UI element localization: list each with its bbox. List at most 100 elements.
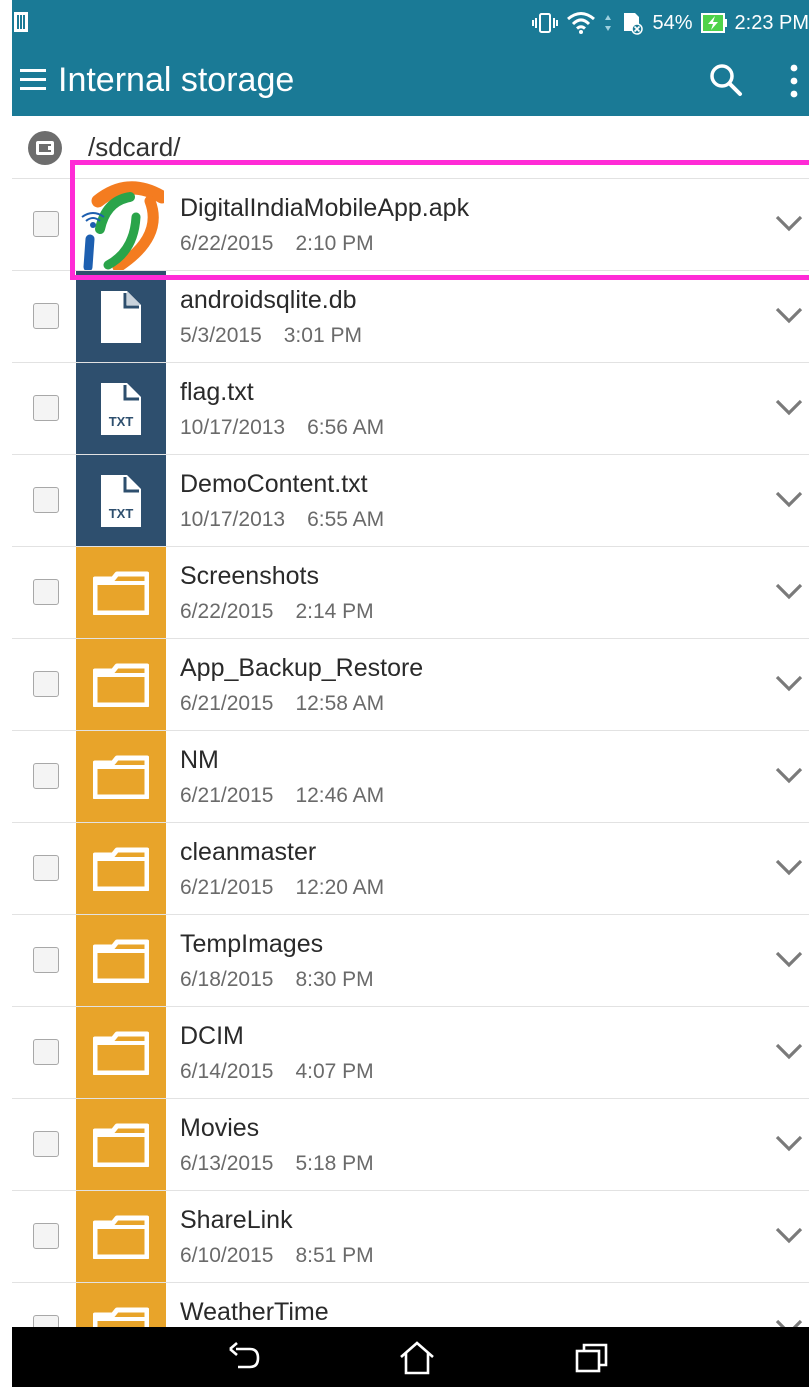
data-arrows-icon — [605, 15, 612, 31]
sim-card-icon — [14, 12, 28, 32]
file-date: 6/18/2015 8:30 PM — [180, 968, 374, 992]
file-row[interactable]: Movies 6/13/2015 5:18 PM — [12, 1099, 809, 1191]
file-row[interactable]: NM 6/21/2015 12:46 AM — [12, 731, 809, 823]
sd-card-icon — [624, 13, 644, 35]
chevron-down-icon[interactable] — [774, 1132, 804, 1154]
home-icon[interactable] — [399, 1341, 435, 1375]
select-checkbox[interactable] — [33, 1315, 59, 1327]
time-value: 3:01 PM — [283, 324, 362, 347]
file-row[interactable]: WeatherTime — [12, 1283, 809, 1327]
time-value: 12:46 AM — [295, 784, 385, 807]
file-row[interactable]: androidsqlite.db 5/3/2015 3:01 PM — [12, 271, 809, 363]
date-value: 10/17/2013 — [180, 508, 286, 531]
app-icon — [76, 179, 166, 270]
navigation-bar — [12, 1327, 809, 1387]
select-checkbox[interactable] — [33, 303, 59, 329]
storage-icon[interactable] — [28, 131, 62, 165]
file-date: 6/10/2015 8:51 PM — [180, 1244, 374, 1268]
file-date: 5/3/2015 3:01 PM — [180, 324, 362, 348]
select-checkbox[interactable] — [33, 855, 59, 881]
select-checkbox[interactable] — [33, 211, 59, 237]
date-value: 6/22/2015 — [180, 232, 274, 255]
file-name: TempImages — [180, 930, 324, 958]
file-name: App_Backup_Restore — [180, 654, 424, 682]
chevron-down-icon[interactable] — [774, 672, 804, 694]
file-name: Screenshots — [180, 562, 319, 590]
date-value: 6/14/2015 — [180, 1060, 274, 1083]
txt-file-icon: TXT — [76, 363, 166, 454]
recent-apps-icon[interactable] — [574, 1341, 610, 1375]
folder-icon — [76, 731, 166, 822]
file-row[interactable]: Screenshots 6/22/2015 2:14 PM — [12, 547, 809, 639]
chevron-down-icon[interactable] — [774, 1224, 804, 1246]
date-value: 6/13/2015 — [180, 1152, 274, 1175]
battery-percent: 54% — [652, 11, 693, 34]
chevron-down-icon[interactable] — [774, 580, 804, 602]
folder-icon — [76, 1283, 166, 1327]
page-title: Internal storage — [58, 61, 295, 99]
phone-screen: 54% 2:23 PM Internal storage /sdcard/ Di… — [12, 0, 809, 1387]
chevron-down-icon[interactable] — [774, 212, 804, 234]
time-value: 2:14 PM — [295, 600, 374, 623]
file-row[interactable]: App_Backup_Restore 6/21/2015 12:58 AM — [12, 639, 809, 731]
date-value: 6/10/2015 — [180, 1244, 274, 1267]
date-value: 6/21/2015 — [180, 784, 274, 807]
time-value: 2:10 PM — [295, 232, 374, 255]
txt-badge: TXT — [109, 414, 134, 429]
file-row[interactable]: TXT DemoContent.txt 10/17/2013 6:55 AM — [12, 455, 809, 547]
time-value: 12:58 AM — [295, 692, 385, 715]
txt-file-icon: TXT — [76, 455, 166, 546]
search-icon[interactable] — [708, 62, 744, 98]
chevron-down-icon[interactable] — [774, 488, 804, 510]
chevron-down-icon[interactable] — [774, 856, 804, 878]
breadcrumb: /sdcard/ — [12, 116, 809, 179]
folder-icon — [76, 547, 166, 638]
back-icon[interactable] — [226, 1341, 262, 1375]
select-checkbox[interactable] — [33, 1131, 59, 1157]
status-icons: 54% 2:23 PM — [532, 9, 809, 37]
select-checkbox[interactable] — [33, 947, 59, 973]
folder-icon — [76, 915, 166, 1006]
file-row[interactable]: TXT flag.txt 10/17/2013 6:56 AM — [12, 363, 809, 455]
file-row[interactable]: TempImages 6/18/2015 8:30 PM — [12, 915, 809, 1007]
select-checkbox[interactable] — [33, 579, 59, 605]
file-date: 6/13/2015 5:18 PM — [180, 1152, 374, 1176]
select-checkbox[interactable] — [33, 671, 59, 697]
menu-icon[interactable] — [20, 66, 46, 94]
file-name: Movies — [180, 1114, 260, 1142]
folder-icon — [76, 1191, 166, 1282]
select-checkbox[interactable] — [33, 487, 59, 513]
file-date: 6/22/2015 2:14 PM — [180, 600, 374, 624]
chevron-down-icon[interactable] — [774, 948, 804, 970]
chevron-down-icon[interactable] — [774, 304, 804, 326]
vibrate-icon — [532, 13, 559, 33]
current-path: /sdcard/ — [88, 132, 181, 162]
date-value: 5/3/2015 — [180, 324, 262, 347]
folder-icon — [76, 823, 166, 914]
chevron-down-icon[interactable] — [774, 1040, 804, 1062]
time-value: 12:20 AM — [295, 876, 385, 899]
select-checkbox[interactable] — [33, 763, 59, 789]
file-name: ShareLink — [180, 1206, 293, 1234]
clock: 2:23 PM — [734, 11, 809, 34]
select-checkbox[interactable] — [33, 1223, 59, 1249]
file-row[interactable]: DCIM 6/14/2015 4:07 PM — [12, 1007, 809, 1099]
select-checkbox[interactable] — [33, 395, 59, 421]
more-options-icon[interactable] — [784, 62, 804, 100]
file-date: 10/17/2013 6:56 AM — [180, 416, 384, 440]
select-checkbox[interactable] — [33, 1039, 59, 1065]
chevron-down-icon[interactable] — [774, 764, 804, 786]
date-value: 6/22/2015 — [180, 600, 274, 623]
date-value: 10/17/2013 — [180, 416, 286, 439]
file-row[interactable]: ShareLink 6/10/2015 8:51 PM — [12, 1191, 809, 1283]
chevron-down-icon[interactable] — [774, 1316, 804, 1327]
date-value: 6/21/2015 — [180, 876, 274, 899]
file-date: 6/21/2015 12:58 AM — [180, 692, 384, 716]
chevron-down-icon[interactable] — [774, 396, 804, 418]
file-name: androidsqlite.db — [180, 286, 357, 314]
file-row[interactable]: DigitalIndiaMobileApp.apk 6/22/2015 2:10 … — [12, 179, 809, 271]
file-name: DemoContent.txt — [180, 470, 368, 498]
file-name: cleanmaster — [180, 838, 317, 866]
file-row[interactable]: cleanmaster 6/21/2015 12:20 AM — [12, 823, 809, 915]
file-date: 6/21/2015 12:46 AM — [180, 784, 384, 808]
